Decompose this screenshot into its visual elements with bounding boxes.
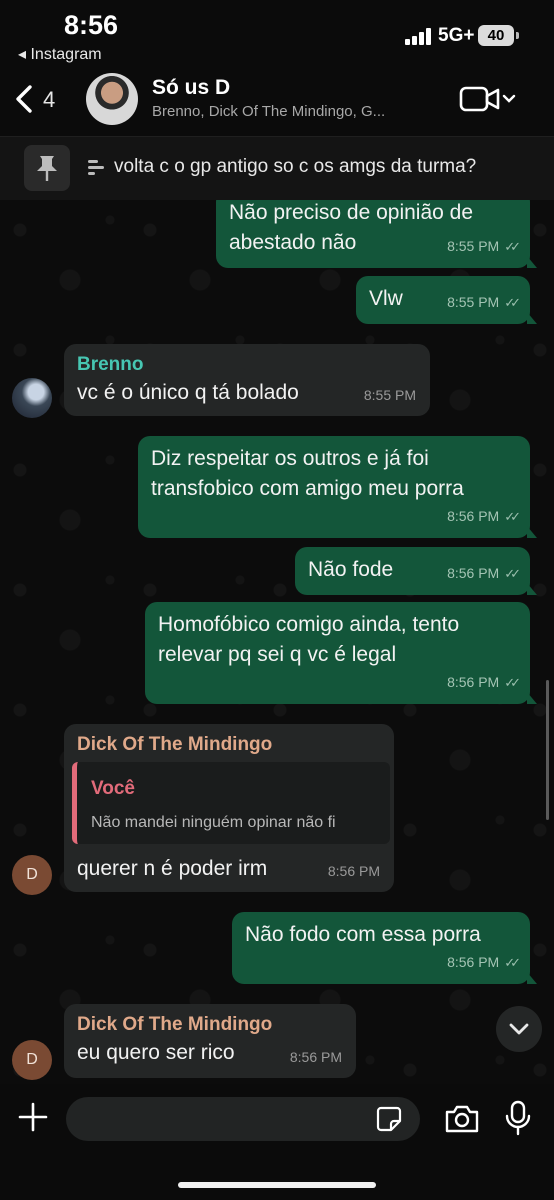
battery-icon: 40 bbox=[478, 25, 519, 46]
message-text: relevar pq sei q vc é legal bbox=[158, 643, 397, 666]
sticker-icon[interactable] bbox=[376, 1106, 402, 1132]
read-receipt-icon: ✓✓ bbox=[504, 955, 521, 970]
unread-count[interactable]: 4 bbox=[43, 87, 55, 113]
video-call-icon[interactable] bbox=[458, 84, 518, 114]
pin-button[interactable] bbox=[24, 145, 70, 191]
chat-area[interactable]: Não preciso de opinião de abestado não 8… bbox=[0, 200, 554, 1084]
pinned-message-bar[interactable]: volta c o gp antigo so c os amgs da turm… bbox=[0, 136, 554, 200]
scroll-to-bottom-button[interactable] bbox=[496, 1006, 542, 1052]
message-meta: 8:56 PM ✓✓ bbox=[447, 558, 521, 589]
chevron-down-icon bbox=[509, 1023, 529, 1035]
message-bubble-outgoing[interactable]: Não preciso de opinião de abestado não 8… bbox=[216, 200, 537, 268]
camera-icon[interactable] bbox=[444, 1104, 480, 1134]
message-text: querer n é poder irm bbox=[77, 857, 268, 880]
sender-avatar[interactable] bbox=[12, 378, 52, 418]
group-avatar[interactable] bbox=[86, 73, 138, 125]
message-bubble-incoming[interactable]: Dick Of The Mindingo eu quero ser rico 8… bbox=[64, 1004, 356, 1078]
pin-icon bbox=[37, 156, 57, 181]
message-bubble-outgoing[interactable]: Não fode 8:56 PM ✓✓ bbox=[295, 547, 537, 595]
message-bubble-outgoing[interactable]: Diz respeitar os outros e já foi transfo… bbox=[138, 436, 537, 538]
message-time: 8:55 PM bbox=[363, 387, 416, 403]
message-text: eu quero ser rico bbox=[77, 1041, 235, 1064]
chat-header: 4 Só us D Brenno, Dick Of The Mindingo, … bbox=[0, 70, 554, 136]
message-sender[interactable]: Dick Of The Mindingo bbox=[77, 730, 272, 760]
attach-plus-icon[interactable] bbox=[18, 1102, 48, 1132]
read-receipt-icon: ✓✓ bbox=[504, 566, 521, 581]
message-time: 8:55 PM bbox=[447, 238, 500, 254]
message-bubble-outgoing[interactable]: Vlw 8:55 PM ✓✓ bbox=[356, 276, 537, 324]
message-text: Homofóbico comigo ainda, tento bbox=[158, 613, 460, 636]
chat-title[interactable]: Só us D bbox=[152, 76, 230, 100]
message-bubble-outgoing[interactable]: Homofóbico comigo ainda, tento relevar p… bbox=[145, 602, 537, 704]
message-time: 8:56 PM bbox=[447, 954, 500, 970]
back-chevron-icon[interactable] bbox=[12, 84, 38, 114]
home-indicator[interactable] bbox=[178, 1182, 376, 1188]
message-time: 8:56 PM bbox=[447, 674, 500, 690]
message-meta: 8:55 PM ✓✓ bbox=[447, 287, 521, 318]
poll-icon bbox=[88, 160, 104, 175]
sender-avatar[interactable]: D bbox=[12, 855, 52, 895]
message-text: transfobico com amigo meu porra bbox=[151, 477, 464, 500]
message-text: Diz respeitar os outros e já foi bbox=[151, 447, 429, 470]
read-receipt-icon: ✓✓ bbox=[504, 509, 521, 524]
read-receipt-icon: ✓✓ bbox=[504, 295, 521, 310]
message-text: Vlw bbox=[369, 287, 403, 310]
message-meta: 8:55 PM ✓✓ bbox=[447, 231, 521, 262]
scrollbar[interactable] bbox=[546, 680, 549, 820]
pinned-text: volta c o gp antigo so c os amgs da turm… bbox=[114, 156, 477, 177]
message-text: Não preciso de opinião de bbox=[229, 201, 474, 224]
message-time: 8:56 PM bbox=[447, 508, 500, 524]
chat-members[interactable]: Brenno, Dick Of The Mindingo, G... bbox=[152, 103, 432, 120]
message-bubble-incoming[interactable]: Dick Of The Mindingo Você Não mandei nin… bbox=[64, 724, 394, 892]
read-receipt-icon: ✓✓ bbox=[504, 239, 521, 254]
message-bubble-incoming[interactable]: Brenno vc é o único q tá bolado 8:55 PM bbox=[64, 344, 430, 416]
message-text: abestado não bbox=[229, 231, 357, 254]
message-text: Não fode bbox=[308, 558, 394, 581]
message-meta: 8:56 PM ✓✓ bbox=[447, 667, 521, 698]
message-sender[interactable]: Dick Of The Mindingo bbox=[77, 1010, 272, 1040]
message-time: 8:56 PM bbox=[447, 565, 500, 581]
read-receipt-icon: ✓✓ bbox=[504, 675, 521, 690]
message-time: 8:55 PM bbox=[447, 294, 500, 310]
message-sender[interactable]: Brenno bbox=[77, 350, 144, 380]
back-to-instagram-link[interactable]: ◂ Instagram bbox=[18, 44, 102, 64]
message-time: 8:56 PM bbox=[327, 863, 380, 879]
network-type: 5G+ bbox=[438, 25, 475, 46]
quoted-text: Não mandei ninguém opinar não fi bbox=[91, 814, 336, 831]
status-time: 8:56 bbox=[64, 10, 119, 40]
message-text: Não fodo com essa porra bbox=[245, 923, 481, 946]
signal-icon bbox=[405, 27, 435, 45]
message-time: 8:56 PM bbox=[289, 1049, 342, 1065]
message-text: vc é o único q tá bolado bbox=[77, 381, 299, 404]
message-meta: 8:56 PM ✓✓ bbox=[447, 947, 521, 978]
status-bar: 8:56 ◂ Instagram 5G+ 40 bbox=[0, 0, 554, 70]
sender-avatar[interactable]: D bbox=[12, 1040, 52, 1080]
composer-bar bbox=[0, 1084, 554, 1200]
message-meta: 8:56 PM ✓✓ bbox=[447, 501, 521, 532]
microphone-icon[interactable] bbox=[504, 1100, 532, 1136]
message-bubble-outgoing[interactable]: Não fodo com essa porra 8:56 PM ✓✓ bbox=[232, 912, 537, 984]
message-input[interactable] bbox=[66, 1097, 420, 1141]
quoted-message[interactable]: Você Não mandei ninguém opinar não fi bbox=[72, 762, 390, 844]
quoted-sender: Você bbox=[91, 778, 136, 799]
